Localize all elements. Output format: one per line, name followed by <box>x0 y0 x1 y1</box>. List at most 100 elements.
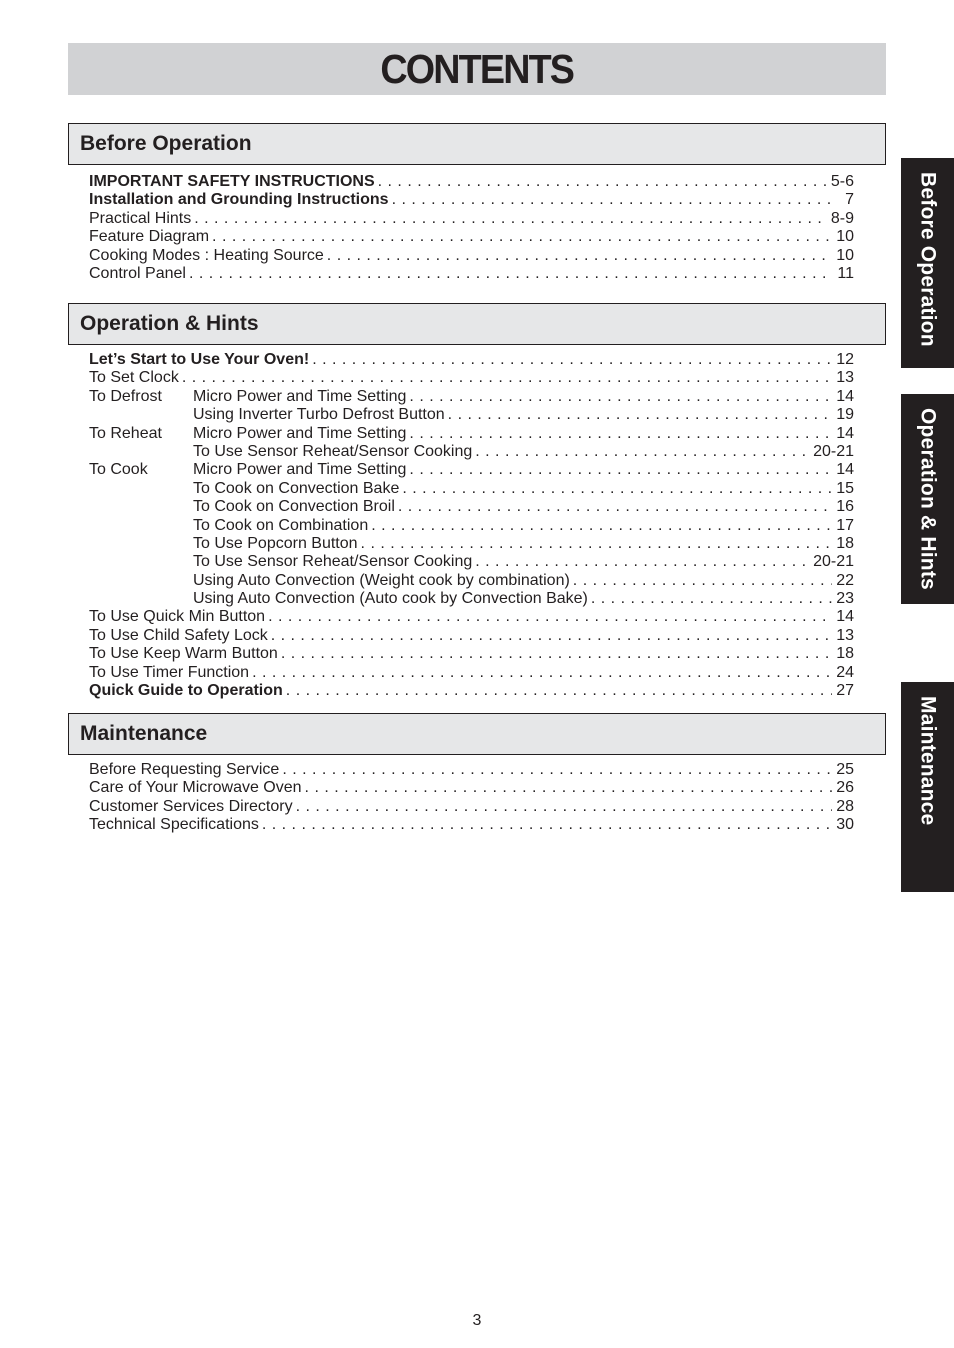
toc-entry[interactable]: IMPORTANT SAFETY INSTRUCTIONS 5-6 <box>89 173 854 191</box>
toc-entry[interactable]: Feature Diagram 10 <box>89 228 854 246</box>
toc-entry[interactable]: To Defrost Micro Power and Time Setting 14 <box>89 388 854 406</box>
side-tab-maintenance[interactable]: Maintenance <box>901 682 954 892</box>
toc-entry-page: 26 <box>836 779 854 797</box>
toc-entry[interactable]: To Use Keep Warm Button 18 <box>89 645 854 663</box>
toc-entry[interactable]: Using Auto Convection (Auto cook by Conv… <box>89 590 854 608</box>
toc-entry[interactable]: To Use Popcorn Button 18 <box>89 535 854 553</box>
toc-entry-label: To Cook on Combination <box>193 516 369 534</box>
dot-leader <box>402 480 832 498</box>
toc-entry-label: Cooking Modes : Heating Source <box>89 246 324 264</box>
toc-entry-label: Using Inverter Turbo Defrost Button <box>193 406 445 424</box>
toc-entry-page: 25 <box>836 761 854 778</box>
toc-entry-page: 13 <box>836 369 854 387</box>
toc-entry-label: To Use Quick Min Button <box>89 608 266 626</box>
toc-entry-label: To Use Sensor Reheat/Sensor Cooking <box>193 553 473 571</box>
toc-entry-page: 27 <box>836 682 854 700</box>
toc-entry-label: Feature Diagram <box>89 228 210 246</box>
toc-entry-label: Care of Your Microwave Oven <box>89 779 302 797</box>
toc-entry[interactable]: To Use Timer Function 24 <box>89 664 854 682</box>
toc-entry[interactable]: Practical Hints 8-9 <box>89 210 854 228</box>
toc-entry-page: 14 <box>836 387 854 405</box>
toc-entry[interactable]: To Use Child Safety Lock 13 <box>89 627 854 645</box>
section-header-before-operation: Before Operation <box>68 123 886 165</box>
toc-entry-page: 12 <box>836 351 854 368</box>
toc-entry[interactable]: To Cook on Convection Broil 16 <box>89 498 854 516</box>
section-heading: Operation & Hints <box>80 312 259 335</box>
side-tab-before-operation[interactable]: Before Operation <box>901 158 954 368</box>
toc-entry-label: Customer Services Directory <box>89 797 293 815</box>
toc-entry-page: 22 <box>836 571 854 589</box>
toc-entry[interactable]: To Use Quick Min Button 14 <box>89 608 854 626</box>
dot-leader <box>268 608 832 626</box>
toc-entry[interactable]: To Set Clock 13 <box>89 369 854 387</box>
dot-leader <box>327 247 832 265</box>
dot-leader <box>262 816 832 834</box>
dot-leader <box>378 173 827 191</box>
dot-leader <box>189 265 832 283</box>
toc-entry-page: 18 <box>836 645 854 663</box>
toc-entry-category: To Defrost <box>89 387 162 405</box>
side-tab-label: Operation & Hints <box>916 408 940 590</box>
toc-entry-label: IMPORTANT SAFETY INSTRUCTIONS <box>89 173 375 190</box>
toc-entry-page: 7 <box>845 191 854 209</box>
dot-leader <box>281 645 832 663</box>
section-entries-operation-hints: Let’s Start to Use Your Oven! 12To Set Cl… <box>89 351 854 700</box>
toc-entry-label: To Use Popcorn Button <box>193 534 358 552</box>
toc-entry[interactable]: To Use Sensor Reheat/Sensor Cooking 20-21 <box>89 553 854 571</box>
dot-leader <box>573 572 832 590</box>
toc-entry-page: 10 <box>836 246 854 264</box>
toc-entry-page: 30 <box>836 816 854 834</box>
toc-entry-page: 10 <box>836 228 854 246</box>
dot-leader <box>409 425 832 443</box>
toc-entry[interactable]: Quick Guide to Operation 27 <box>89 682 854 700</box>
toc-entry[interactable]: To Reheat Micro Power and Time Setting 14 <box>89 425 854 443</box>
toc-entry[interactable]: Using Auto Convection (Weight cook by co… <box>89 572 854 590</box>
toc-entry[interactable]: To Cook on Combination 17 <box>89 517 854 535</box>
toc-entry-label: To Use Child Safety Lock <box>89 626 268 644</box>
toc-entry[interactable]: Control Panel 11 <box>89 265 854 283</box>
dot-leader <box>409 388 832 406</box>
toc-entry-category: To Reheat <box>89 424 162 442</box>
toc-entry[interactable]: Technical Specifications 30 <box>89 816 854 834</box>
dot-leader <box>371 517 832 535</box>
toc-entry[interactable]: Customer Services Directory 28 <box>89 798 854 816</box>
toc-entry-label: Micro Power and Time Setting <box>193 424 407 442</box>
dot-leader <box>286 682 832 700</box>
toc-entry[interactable]: Installation and Grounding Instructions 7 <box>89 191 854 209</box>
toc-entry[interactable]: Let’s Start to Use Your Oven! 12 <box>89 351 854 369</box>
dot-leader <box>475 553 809 571</box>
dot-leader <box>312 351 832 369</box>
section-header-maintenance: Maintenance <box>68 713 886 755</box>
dot-leader <box>398 498 832 516</box>
toc-entry[interactable]: To Cook on Convection Bake 15 <box>89 480 854 498</box>
toc-entry-page: 28 <box>836 797 854 815</box>
toc-entry-page: 19 <box>836 406 854 424</box>
toc-entry-label: Micro Power and Time Setting <box>193 387 407 405</box>
toc-entry[interactable]: Before Requesting Service 25 <box>89 761 854 779</box>
toc-entry-label: Let’s Start to Use Your Oven! <box>89 351 310 368</box>
toc-entry-page: 17 <box>836 516 854 534</box>
toc-entry-page: 15 <box>836 479 854 497</box>
toc-entry[interactable]: To Cook Micro Power and Time Setting 14 <box>89 461 854 479</box>
toc-entry[interactable]: To Use Sensor Reheat/Sensor Cooking 20-21 <box>89 443 854 461</box>
side-tab-operation-hints[interactable]: Operation & Hints <box>901 394 954 604</box>
toc-entry-label: Practical Hints <box>89 209 192 227</box>
toc-entry[interactable]: Using Inverter Turbo Defrost Button 19 <box>89 406 854 424</box>
toc-entry-label: To Use Timer Function <box>89 663 250 681</box>
toc-entry-page: 23 <box>836 590 854 608</box>
toc-entry[interactable]: Care of Your Microwave Oven 26 <box>89 779 854 797</box>
contents-title-bar: CONTENTS <box>68 43 886 95</box>
toc-entry-label: To Cook on Convection Bake <box>193 479 400 497</box>
dot-leader <box>296 798 832 816</box>
toc-entry-label: To Cook on Convection Broil <box>193 498 395 516</box>
toc-entry[interactable]: Cooking Modes : Heating Source 10 <box>89 247 854 265</box>
toc-entry-page: 13 <box>836 626 854 644</box>
section-header-operation-hints: Operation & Hints <box>68 303 886 345</box>
page-title: CONTENTS <box>380 45 576 92</box>
dot-leader <box>448 406 832 424</box>
toc-entry-category: To Cook <box>89 461 148 479</box>
dot-leader <box>475 443 809 461</box>
dot-leader <box>282 761 832 779</box>
dot-leader <box>271 627 832 645</box>
toc-entry-label: Quick Guide to Operation <box>89 682 283 700</box>
